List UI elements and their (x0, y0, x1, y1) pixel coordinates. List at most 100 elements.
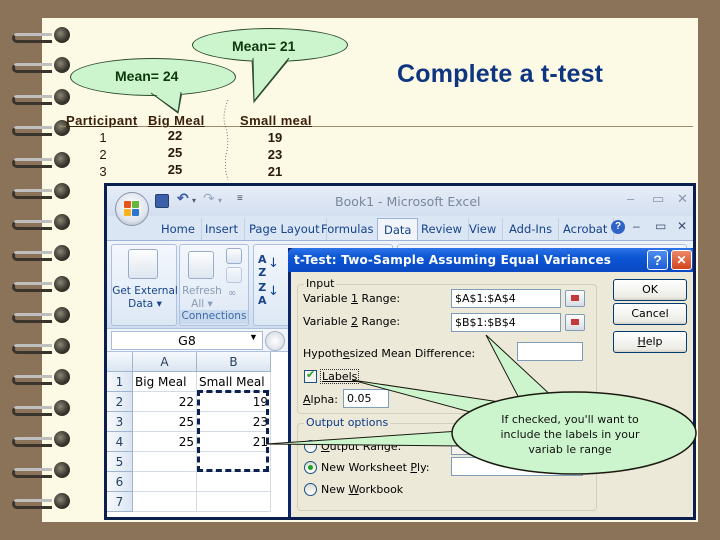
excel-window: ↶ ▾ ↷ ▾ ≡ Book1 - Microsoft Excel – ▭ ✕ … (104, 183, 696, 520)
tab-review[interactable]: Review (415, 218, 470, 240)
name-box[interactable]: G8 (111, 331, 263, 350)
hypothesized-mean-difference-label: Hypothesized Mean Difference: (303, 347, 475, 360)
ribbon-minimize-button[interactable]: – (633, 219, 640, 233)
tab-view[interactable]: View (463, 218, 504, 240)
cell-b7[interactable] (197, 492, 271, 512)
cell-a3[interactable]: 25 (133, 412, 197, 432)
dialog-close-button[interactable]: ✕ (671, 250, 692, 270)
customize-qat-icon[interactable]: ≡ (237, 193, 243, 213)
variable1-range-input[interactable]: $A$1:$A$4 (451, 289, 561, 308)
formula-bar-orb[interactable] (265, 331, 285, 351)
tab-formulas[interactable]: Formulas (315, 218, 381, 240)
cell-a1[interactable]: Big Meal (133, 372, 197, 392)
cell-b1[interactable]: Small Meal (197, 372, 271, 392)
save-icon[interactable] (155, 194, 169, 208)
cell-a2[interactable]: 22 (133, 392, 197, 412)
variable2-range-input[interactable]: $B$1:$B$4 (451, 313, 561, 332)
new-worksheet-ply-label[interactable]: New Worksheet Ply: (321, 461, 430, 474)
ttest-dialog: t-Test: Two-Sample Assuming Equal Varian… (288, 248, 693, 517)
redo-dropdown-icon[interactable]: ▾ (218, 196, 222, 216)
new-worksheet-ply-input[interactable] (451, 457, 583, 476)
tab-home[interactable]: Home (155, 218, 202, 240)
ring-wire (12, 251, 52, 261)
cell-b6[interactable] (197, 472, 271, 492)
labels-checkbox-label[interactable]: Labels (320, 369, 360, 384)
dialog-title-bar[interactable]: t-Test: Two-Sample Assuming Equal Varian… (288, 248, 693, 272)
output-range-key: O (321, 440, 330, 453)
undo-icon[interactable]: ↶ (177, 190, 189, 210)
variable1-range-collapse-button[interactable] (565, 290, 585, 307)
row-header[interactable]: 7 (107, 492, 133, 512)
variable2-label-key: 2 (351, 315, 359, 328)
undo-dropdown-icon[interactable]: ▾ (192, 196, 196, 216)
labels-checkbox[interactable] (304, 368, 317, 383)
ribbon-help-icon[interactable]: ? (611, 220, 625, 234)
row-header[interactable]: 6 (107, 472, 133, 492)
ring-hole (54, 307, 70, 323)
ribbon-close-button[interactable]: ✕ (677, 219, 687, 233)
ribbon-restore-button[interactable]: ▭ (655, 219, 666, 233)
row-header[interactable]: 3 (107, 412, 133, 432)
refresh-all-label-1: Refresh (182, 285, 222, 297)
hyp-label-suffix: sized Mean Difference: (349, 347, 476, 360)
variable2-range-collapse-button[interactable] (565, 314, 585, 331)
alpha-input[interactable]: 0.05 (343, 389, 389, 408)
spiral-ring (8, 245, 72, 263)
ok-button[interactable]: OK (613, 279, 687, 301)
new-workbook-label[interactable]: New Workbook (321, 483, 403, 496)
cell-a6[interactable] (133, 472, 197, 492)
alpha-label: Alpha: (303, 393, 338, 406)
tab-data[interactable]: Data (377, 218, 419, 240)
select-all-corner[interactable] (107, 352, 133, 372)
connections-icon[interactable] (226, 248, 242, 264)
cancel-button[interactable]: Cancel (613, 303, 687, 325)
cell-a7[interactable] (133, 492, 197, 512)
app-minimize-button[interactable]: – (627, 191, 634, 206)
properties-icon[interactable] (226, 267, 242, 283)
app-close-button[interactable]: ✕ (677, 191, 688, 207)
input-group-label: Input (304, 277, 337, 290)
big-meal-cell: 25 (167, 145, 183, 160)
tab-acrobat[interactable]: Acrobat (557, 218, 615, 240)
header-big-meal: Big Meal (148, 113, 205, 128)
tab-insert[interactable]: Insert (199, 218, 245, 240)
participant-cell: 3 (99, 164, 107, 179)
sort-z-to-a-arrow-icon: ↓ (268, 284, 279, 299)
hyp-label-text: Hypoth (303, 347, 343, 360)
participant-cell: 1 (99, 130, 107, 145)
spiral-ring (8, 462, 72, 480)
sort-z-to-a-button[interactable]: ZA (258, 281, 267, 307)
app-restore-button[interactable]: ▭ (652, 191, 664, 207)
row-header[interactable]: 2 (107, 392, 133, 412)
sort-a-to-z-button[interactable]: AZ (258, 253, 267, 279)
ring-wire (12, 313, 52, 323)
cell-a5[interactable] (133, 452, 197, 472)
output-range-radio[interactable] (304, 440, 317, 453)
hypothesized-mean-difference-input[interactable] (517, 342, 583, 361)
new-worksheet-ply-radio[interactable] (304, 461, 317, 474)
name-box-dropdown-icon[interactable]: ▼ (249, 332, 258, 342)
refresh-all-label-2: All ▾ (191, 298, 213, 310)
column-header-b[interactable]: B (197, 352, 271, 372)
get-external-data-button[interactable]: Get External Data ▾ (112, 285, 178, 311)
row-header[interactable]: 5 (107, 452, 133, 472)
ring-hole (54, 276, 70, 292)
help-button[interactable]: Help (613, 331, 687, 353)
cell-a4[interactable]: 25 (133, 432, 197, 452)
row-header[interactable]: 4 (107, 432, 133, 452)
dialog-help-button[interactable]: ? (647, 250, 668, 270)
ring-hole (54, 400, 70, 416)
ring-wire (12, 220, 52, 230)
refresh-all-button[interactable]: Refresh All ▾ (182, 285, 222, 311)
edit-links-icon[interactable]: ∞ (228, 287, 236, 300)
new-workbook-radio[interactable] (304, 483, 317, 496)
column-header-a[interactable]: A (133, 352, 197, 372)
office-button[interactable] (115, 192, 149, 226)
spiral-ring (8, 276, 72, 294)
tab-add-ins[interactable]: Add-Ins (503, 218, 560, 240)
redo-icon[interactable]: ↷ (203, 190, 215, 210)
spreadsheet-grid[interactable]: A B 1 Big Meal Small Meal 2 22 19 3 25 23 4 25 21 5 6 7 (107, 352, 297, 517)
row-header[interactable]: 1 (107, 372, 133, 392)
output-range-label[interactable]: Output Range: (321, 440, 401, 453)
refresh-icon (188, 251, 214, 279)
